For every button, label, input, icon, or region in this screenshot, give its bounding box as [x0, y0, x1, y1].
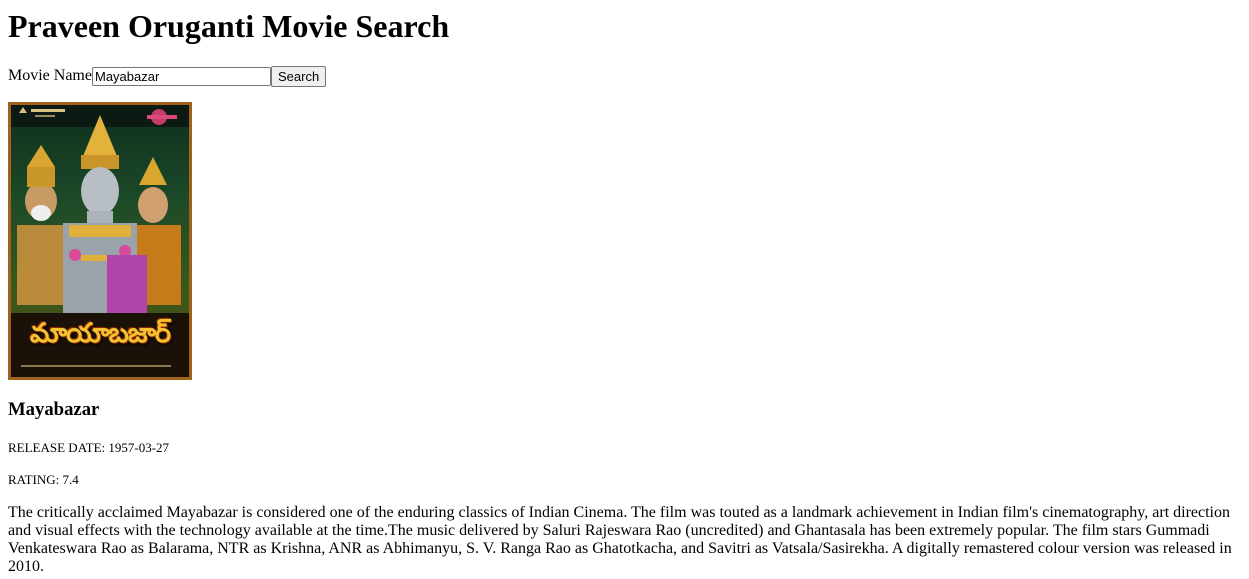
- rating-label: RATING:: [8, 472, 60, 487]
- poster-title-art: మాయాబజార్: [29, 318, 171, 349]
- release-date-label: RELEASE DATE:: [8, 440, 106, 455]
- movie-overview: The critically acclaimed Mayabazar is co…: [8, 504, 1232, 575]
- search-button[interactable]: Search: [270, 65, 327, 87]
- search-form: Movie Name Search: [8, 65, 327, 87]
- movie-name-label: Movie Name: [8, 67, 92, 84]
- page-title: Praveen Oruganti Movie Search: [8, 8, 450, 44]
- release-date: RELEASE DATE: 1957-03-27: [8, 440, 169, 456]
- rating: RATING: 7.4: [8, 472, 79, 488]
- page: Praveen Oruganti Movie Search Movie Name…: [0, 0, 1249, 579]
- movie-poster: మాయాబజార్: [8, 102, 192, 380]
- release-date-value: 1957-03-27: [108, 440, 170, 455]
- rating-value: 7.4: [62, 472, 79, 487]
- movie-name-input[interactable]: [91, 66, 271, 86]
- movie-title: Mayabazar: [8, 399, 100, 420]
